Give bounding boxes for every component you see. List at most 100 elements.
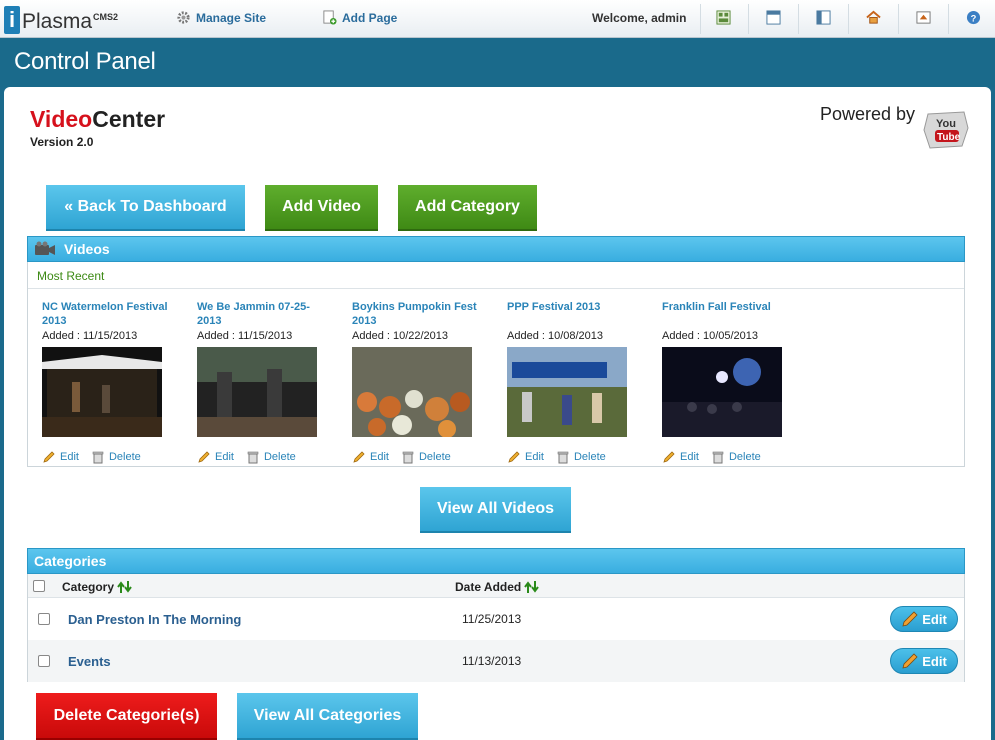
video-thumbnail[interactable] [662, 347, 782, 437]
category-date: 11/25/2013 [462, 612, 522, 626]
most-recent-label: Most Recent [37, 269, 105, 283]
delete-video-link[interactable]: Delete [91, 450, 141, 464]
delete-categories-button[interactable]: Delete Categorie(s) [36, 693, 217, 740]
svg-text:Tube: Tube [937, 132, 961, 143]
delete-video-link[interactable]: Delete [556, 450, 606, 464]
categories-heading: Categories [34, 553, 107, 569]
video-thumbnail[interactable] [352, 347, 472, 438]
delete-label: Delete [108, 451, 141, 463]
edit-video-link[interactable]: Edit [662, 450, 699, 464]
manage-site-label: Manage Site [196, 10, 267, 25]
pencil-icon [43, 451, 55, 463]
video-added-date: Added : 10/22/2013 [352, 330, 449, 342]
plasma-cms-logo[interactable]: i Plasma CMS2 [4, 6, 118, 34]
site-preview-icon[interactable] [916, 10, 931, 25]
layout-sidebar-icon[interactable] [816, 10, 831, 25]
videos-section-header: Videos [27, 236, 965, 262]
app-title-video: Video [30, 106, 93, 132]
video-thumbnail[interactable] [197, 347, 317, 437]
trash-icon [92, 451, 104, 464]
video-card: NC Watermelon Festival 2013 Added : 11/1… [42, 300, 172, 464]
logo-text: Plasma [22, 10, 93, 33]
date-added-column-header[interactable]: Date Added [455, 580, 540, 594]
edit-video-link[interactable]: Edit [507, 450, 544, 464]
video-card: We Be Jammin 07-25-2013 Added : 11/15/20… [197, 300, 327, 464]
category-date: 11/13/2013 [462, 654, 522, 668]
video-added-date: Added : 10/05/2013 [662, 330, 759, 342]
videos-heading: Videos [64, 241, 110, 257]
sort-icon [117, 581, 132, 593]
video-title-link[interactable]: PPP Festival 2013 [507, 300, 637, 328]
video-thumbnail[interactable] [42, 347, 162, 437]
top-navigation-bar: i Plasma CMS2 Manage Site Add Page Welco… [0, 0, 995, 38]
add-video-button[interactable]: Add Video [265, 185, 378, 231]
delete-video-link[interactable]: Delete [711, 450, 761, 464]
video-thumbnail[interactable] [507, 347, 627, 437]
back-to-dashboard-button[interactable]: « Back To Dashboard [46, 185, 245, 231]
add-page-label: Add Page [342, 10, 398, 25]
edit-label: Edit [370, 451, 389, 463]
view-all-videos-button[interactable]: View All Videos [420, 487, 571, 533]
select-all-checkbox[interactable] [33, 580, 45, 592]
edit-label: Edit [60, 451, 79, 463]
video-title-link[interactable]: We Be Jammin 07-25-2013 [197, 300, 327, 328]
category-column-header[interactable]: Category [62, 580, 133, 594]
video-card: Boykins Pumpokin Fest 2013 Added : 10/22… [352, 300, 482, 464]
add-page-link[interactable]: Add Page [322, 10, 397, 25]
delete-label: Delete [728, 451, 761, 463]
video-title-link[interactable]: NC Watermelon Festival 2013 [42, 300, 172, 328]
layout-header-icon[interactable] [766, 10, 781, 25]
category-name-link[interactable]: Events [68, 654, 111, 669]
divider [748, 4, 749, 34]
pencil-icon [902, 611, 918, 627]
page-title: Control Panel [14, 48, 156, 75]
pencil-icon [902, 653, 918, 669]
trash-icon [402, 451, 414, 464]
divider [700, 4, 701, 34]
delete-video-link[interactable]: Delete [401, 450, 451, 464]
categories-section-header: Categories [27, 548, 965, 574]
video-title-link[interactable]: Franklin Fall Festival [662, 300, 792, 328]
video-added-date: Added : 11/15/2013 [42, 330, 138, 342]
logo-icon: i [4, 6, 20, 34]
row-checkbox[interactable] [38, 613, 50, 625]
manage-site-link[interactable]: Manage Site [176, 10, 266, 25]
video-title-link[interactable]: Boykins Pumpokin Fest 2013 [352, 300, 482, 328]
edit-label: Edit [525, 451, 544, 463]
video-added-date: Added : 11/15/2013 [197, 330, 293, 342]
home-icon[interactable] [866, 10, 881, 25]
row-checkbox[interactable] [38, 655, 50, 667]
add-category-button[interactable]: Add Category [398, 185, 537, 231]
delete-label: Delete [418, 451, 451, 463]
category-column-label: Category [62, 580, 115, 594]
edit-video-link[interactable]: Edit [352, 450, 389, 464]
edit-label: Edit [680, 451, 699, 463]
layout-grid-icon[interactable] [716, 10, 731, 25]
delete-label: Delete [573, 451, 606, 463]
divider [898, 4, 899, 34]
divider [28, 288, 964, 289]
add-page-icon [323, 10, 337, 25]
video-camera-icon [35, 241, 55, 255]
edit-video-link[interactable]: Edit [42, 450, 79, 464]
svg-text:You: You [936, 118, 956, 130]
pencil-icon [198, 451, 210, 463]
video-card: PPP Festival 2013 Added : 10/08/2013 Edi… [507, 300, 637, 464]
help-icon[interactable]: ? [966, 10, 981, 25]
delete-label: Delete [263, 451, 296, 463]
edit-label: Edit [922, 611, 947, 627]
edit-label: Edit [215, 451, 234, 463]
logo-version: CMS2 [93, 12, 119, 22]
trash-icon [712, 451, 724, 464]
divider [948, 4, 949, 34]
video-card: Franklin Fall Festival Added : 10/05/201… [662, 300, 792, 464]
edit-category-button[interactable]: Edit [890, 648, 958, 674]
welcome-text: Welcome, admin [592, 11, 687, 25]
trash-icon [557, 451, 569, 464]
youtube-logo-icon: You Tube [923, 111, 969, 149]
edit-category-button[interactable]: Edit [890, 606, 958, 632]
delete-video-link[interactable]: Delete [246, 450, 296, 464]
view-all-categories-button[interactable]: View All Categories [237, 693, 418, 740]
category-name-link[interactable]: Dan Preston In The Morning [68, 612, 241, 627]
edit-video-link[interactable]: Edit [197, 450, 234, 464]
